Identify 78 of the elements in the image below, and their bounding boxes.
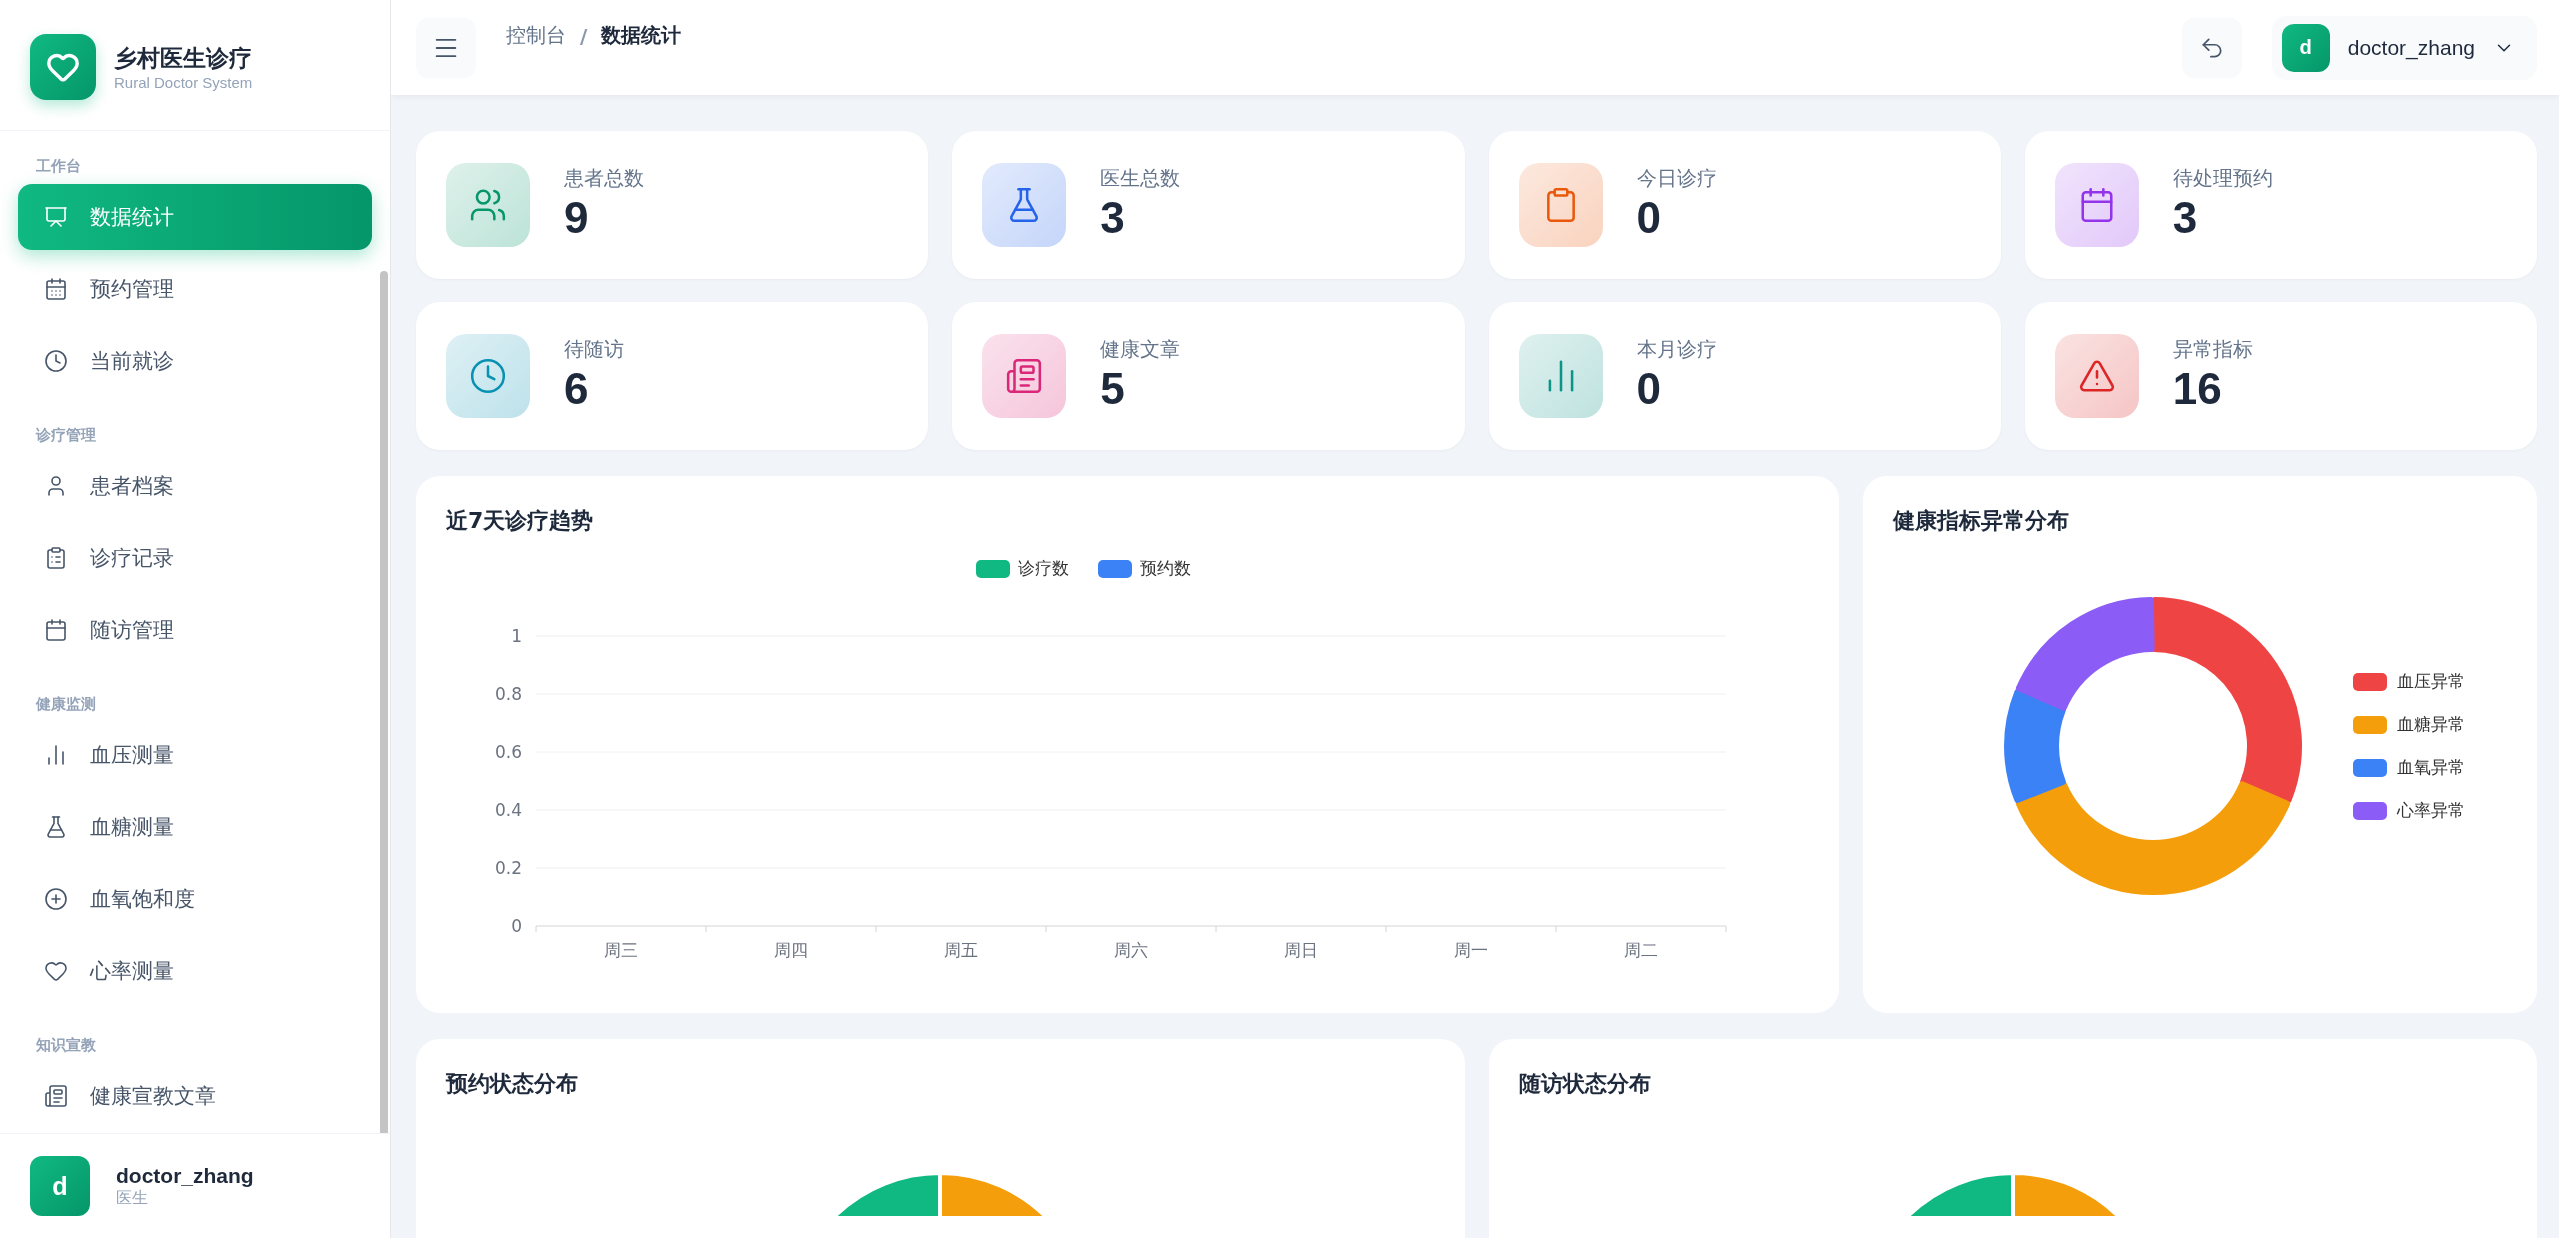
back-button[interactable] — [2181, 17, 2242, 78]
nav-item[interactable]: 血氧饱和度 — [18, 866, 372, 932]
axis-label: 周日 — [1284, 940, 1318, 960]
axis-label: 周六 — [1114, 940, 1148, 960]
nav-item[interactable]: 随访管理 — [18, 597, 372, 663]
section-label: 诊疗管理 — [34, 425, 97, 446]
axis-label: 0.2 — [494, 858, 522, 878]
axis-label: 周一 — [1454, 940, 1488, 960]
section-label: 健康监测 — [34, 694, 97, 715]
stat-value: 0 — [1636, 192, 1662, 245]
legend-item[interactable]: 血压异常 — [2352, 670, 2465, 693]
stat-label: 待随访 — [564, 336, 624, 364]
presentation-icon — [44, 205, 68, 229]
legend-item[interactable]: 预约数 — [1098, 558, 1191, 578]
section-label: 知识宣教 — [35, 1035, 97, 1056]
scrollbar[interactable] — [380, 271, 388, 1133]
calendar-icon — [44, 277, 68, 301]
stat-label: 异常指标 — [2172, 336, 2253, 364]
axis-label: 0.8 — [494, 684, 522, 704]
card-title: 健康指标异常分布 — [1892, 507, 2070, 535]
heart-icon — [44, 959, 68, 983]
app-subtitle: Rural Doctor System — [114, 74, 253, 91]
newspaper-icon — [44, 1084, 68, 1108]
clipboard-icon — [44, 546, 68, 570]
breadcrumb-link[interactable]: 数据统计 — [601, 22, 682, 49]
stat-label: 今日诊疗 — [1636, 165, 1717, 193]
axis-label: 1 — [511, 626, 522, 646]
axis-label: 0.4 — [494, 800, 522, 820]
nav-item[interactable]: 当前就诊 — [18, 328, 372, 394]
legend-label: 诊疗数 — [1018, 558, 1069, 578]
breadcrumb-separator: / — [580, 23, 588, 48]
stat-value: 9 — [564, 192, 590, 245]
flask-icon — [44, 815, 68, 839]
axis-label: 周二 — [1624, 940, 1658, 960]
nav-item[interactable]: 健康宣教文章 — [18, 1063, 372, 1129]
stat-value: 5 — [1100, 363, 1126, 416]
calendar-icon — [44, 618, 68, 642]
stat-value: 3 — [2172, 192, 2199, 245]
axis-label: 周三 — [604, 940, 638, 960]
axis-label: 周五 — [944, 940, 978, 960]
section-label: 工作台 — [35, 156, 82, 177]
user-role: 医生 — [116, 1187, 149, 1209]
legend-item[interactable]: 血氧异常 — [2352, 756, 2465, 779]
legend-item[interactable]: 血糖异常 — [2352, 713, 2465, 736]
card-title: 随访状态分布 — [1518, 1070, 1652, 1098]
user-avatar: d — [2281, 23, 2330, 72]
stat-value: 16 — [2172, 363, 2223, 416]
stat-label: 待处理预约 — [2172, 165, 2273, 193]
nav-item[interactable]: 患者档案 — [18, 453, 372, 519]
stat-label: 医生总数 — [1100, 165, 1181, 193]
card-title: 预约状态分布 — [446, 1070, 579, 1098]
nav-item[interactable]: 诊疗记录 — [18, 525, 372, 591]
axis-label: 0 — [511, 916, 522, 936]
stat-value: 3 — [1100, 192, 1126, 245]
nav-item[interactable]: 血糖测量 — [18, 794, 372, 860]
legend-item[interactable]: 心率异常 — [2352, 799, 2465, 822]
stat-value: 6 — [564, 363, 590, 416]
stat-label: 患者总数 — [564, 165, 644, 193]
user-avatar: d — [30, 1156, 90, 1216]
legend-label: 预约数 — [1140, 558, 1191, 578]
axis-label: 周四 — [774, 940, 808, 960]
stat-value: 0 — [1636, 363, 1662, 416]
stat-label: 健康文章 — [1100, 336, 1181, 364]
menu-button[interactable] — [416, 17, 476, 78]
nav-item[interactable]: 心率测量 — [18, 938, 372, 1004]
clock-icon — [44, 349, 68, 373]
plus-circle-icon — [44, 887, 68, 911]
logo-icon — [30, 34, 96, 100]
user-name: doctor_zhang — [116, 1163, 254, 1188]
axis-label: 0.6 — [494, 742, 522, 762]
user-menu[interactable]: d doctor_zhang — [2271, 15, 2537, 80]
legend-item[interactable]: 诊疗数 — [976, 558, 1069, 578]
stat-label: 本月诊疗 — [1636, 336, 1717, 364]
nav-item[interactable]: 血压测量 — [18, 722, 372, 788]
card-title: 近7天诊疗趋势 — [446, 507, 595, 535]
nav-item[interactable]: 预约管理 — [18, 256, 372, 322]
breadcrumb-link[interactable]: 控制台 — [506, 22, 566, 49]
app-title: 乡村医生诊疗 — [114, 44, 253, 73]
